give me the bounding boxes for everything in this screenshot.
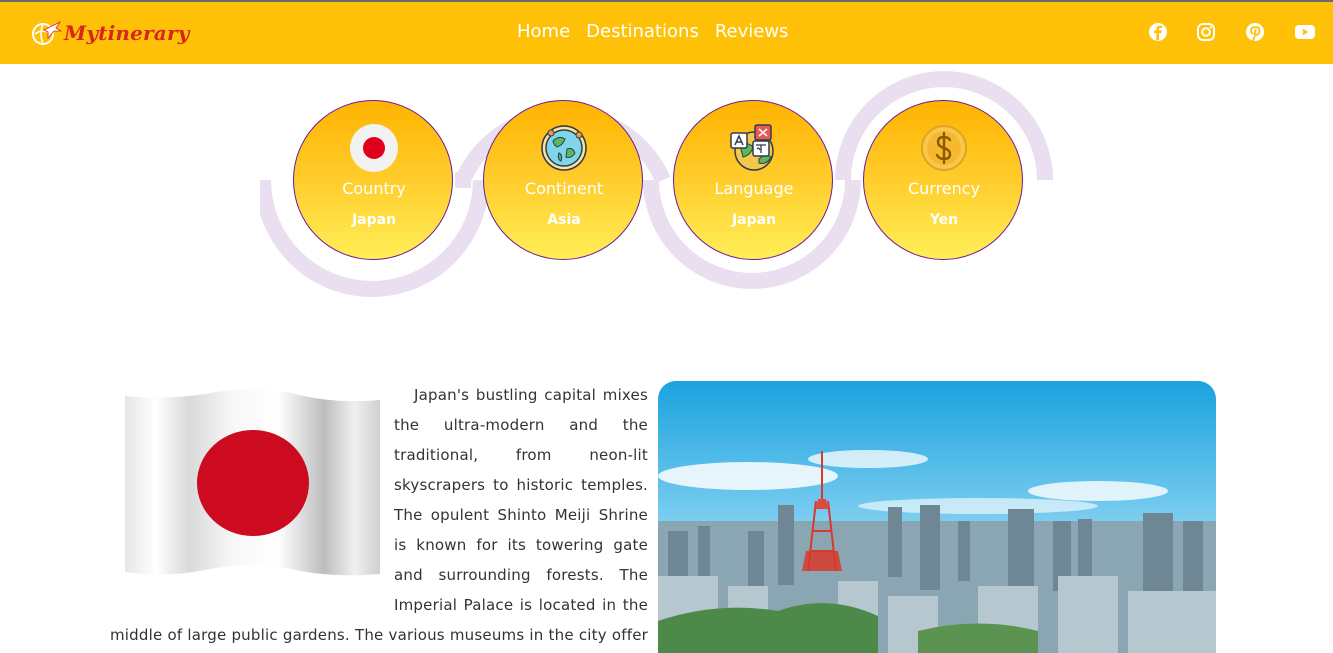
language-title: Language (714, 179, 794, 198)
facebook-icon[interactable] (1147, 21, 1169, 43)
language-translate-icon (730, 124, 774, 171)
nav-destinations-link[interactable]: Destinations (586, 21, 699, 42)
airplane-globe-icon (32, 20, 62, 45)
japan-flag-icon (350, 124, 398, 172)
currency-title: Currency (907, 179, 981, 198)
language-card: Language Japan (673, 100, 833, 260)
description-section: Japan's bustling capital mixes the ultra… (110, 380, 648, 653)
language-value: Japan (731, 212, 777, 228)
nav-home-link[interactable]: Home (517, 21, 570, 42)
dollar-coin-icon (921, 125, 967, 171)
youtube-icon[interactable] (1294, 21, 1316, 43)
globe-icon (541, 125, 587, 171)
brand-logo-link[interactable]: Mytinerary (30, 16, 190, 50)
instagram-icon[interactable] (1195, 21, 1217, 43)
tokyo-skyline-image (658, 381, 1216, 653)
navbar: Mytinerary Home Destinations Reviews (0, 2, 1333, 64)
flag-float-spacer (110, 380, 394, 620)
continent-card: Continent Asia (483, 100, 643, 260)
country-title: Country (342, 179, 406, 198)
country-card: Country Japan (293, 100, 453, 260)
currency-card: Currency Yen (863, 100, 1023, 260)
nav-reviews-link[interactable]: Reviews (715, 21, 789, 42)
country-value: Japan (351, 212, 397, 228)
pinterest-icon[interactable] (1244, 21, 1266, 43)
continent-title: Continent (524, 179, 604, 198)
brand-name: Mytinerary (64, 21, 190, 45)
continent-value: Asia (547, 212, 581, 228)
main-nav: Home Destinations Reviews (517, 21, 788, 42)
currency-value: Yen (929, 212, 959, 228)
